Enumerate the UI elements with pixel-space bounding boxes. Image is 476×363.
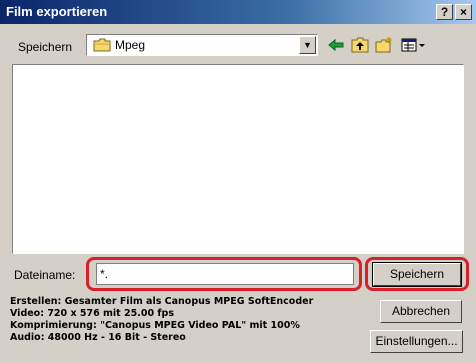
folder-icon xyxy=(93,38,111,52)
help-button[interactable]: ? xyxy=(436,4,453,20)
info-video: Video: 720 x 576 mit 25.00 fps xyxy=(10,308,174,319)
chevron-down-icon[interactable]: ▼ xyxy=(299,36,316,54)
cancel-button[interactable]: Abbrechen xyxy=(380,300,462,323)
save-in-dropdown[interactable]: Mpeg ▼ xyxy=(86,34,318,56)
view-menu-icon[interactable] xyxy=(400,36,428,54)
title-bar: Film exportieren ? × xyxy=(0,0,476,24)
info-create: Erstellen: Gesamter Film als Canopus MPE… xyxy=(10,296,314,307)
filename-label: Dateiname: xyxy=(14,268,76,282)
info-compression: Komprimierung: "Canopus MPEG Video PAL" … xyxy=(10,320,300,331)
file-list[interactable] xyxy=(12,64,464,254)
window-title: Film exportieren xyxy=(6,4,108,19)
save-in-label: Speichern xyxy=(18,40,73,54)
close-button[interactable]: × xyxy=(455,4,472,20)
info-audio: Audio: 48000 Hz - 16 Bit - Stereo xyxy=(10,332,186,343)
new-folder-icon[interactable] xyxy=(374,36,394,54)
back-arrow-icon[interactable] xyxy=(326,36,346,54)
export-info: Erstellen: Gesamter Film als Canopus MPE… xyxy=(10,296,370,344)
save-in-value: Mpeg xyxy=(115,38,146,52)
up-folder-icon[interactable] xyxy=(350,36,370,54)
filename-highlight xyxy=(86,257,362,291)
settings-button[interactable]: Einstellungen... xyxy=(370,330,463,353)
save-button-highlight xyxy=(365,257,469,291)
